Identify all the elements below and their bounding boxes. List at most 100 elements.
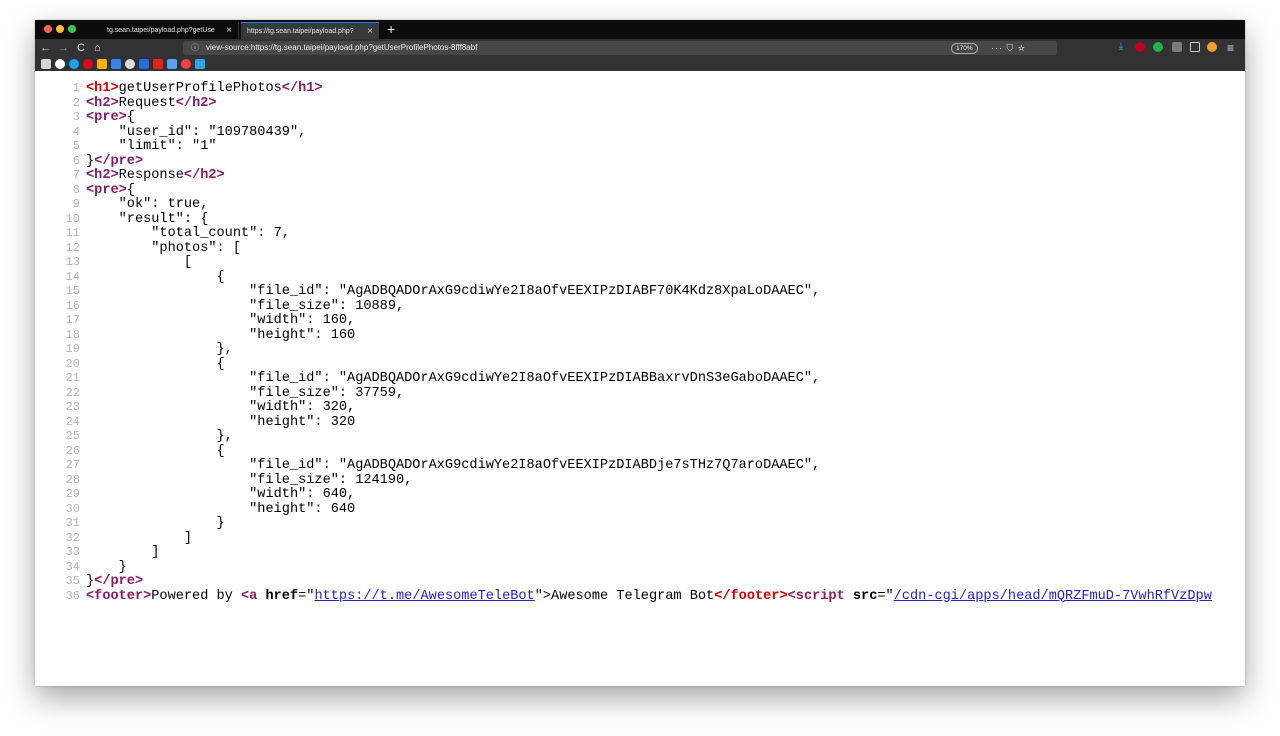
line-number: 4 [72, 124, 80, 139]
line-text: "file_size": 124190, [86, 472, 413, 488]
line-text: ] [86, 530, 193, 546]
attribute-equals: =" [877, 588, 894, 604]
github-bookmark-icon[interactable] [125, 59, 135, 69]
line-text: "ok": true, [86, 197, 209, 212]
source-line: 30 "height": 640 [35, 502, 1212, 517]
source-line: 18 "height": 160 [35, 328, 1212, 343]
tab-payload-2[interactable]: https://tg.sean.taipei/payload.php? × [241, 22, 379, 39]
close-tab-icon[interactable]: × [226, 22, 232, 39]
mail-bookmark-icon[interactable] [139, 59, 149, 69]
href-link[interactable]: https://t.me/AwesomeTeleBot [314, 589, 534, 604]
line-number: 19 [65, 342, 80, 356]
source-line: 32 ] [35, 531, 1212, 546]
line-text: } [86, 574, 95, 589]
source-line: 10 "result": { [35, 212, 1212, 227]
url-text[interactable]: view-source:https://tg.sean.taipei/paylo… [206, 41, 477, 55]
zoom-level-badge[interactable]: 170% [951, 43, 978, 54]
source-line: 21 "file_id": "AgADBQADOrAxG9cdiwYe2I8aO… [35, 371, 1212, 386]
new-tab-button[interactable]: + [387, 21, 395, 37]
window-maximize-button[interactable] [68, 25, 76, 33]
href-attribute: href [265, 588, 299, 604]
twitter-bookmark-icon[interactable] [69, 59, 79, 69]
telegram-bookmark-icon[interactable] [195, 59, 205, 69]
source-code: 1 <h1>getUserProfilePhotos</h1> 2 <h2>Reque… [35, 81, 1212, 603]
source-line: 16 "file_size": 10889, [35, 299, 1212, 314]
page-actions[interactable]: ··· ⛉ ☆ [991, 41, 1026, 55]
line-number: 5 [72, 139, 80, 153]
src-link[interactable]: /cdn-cgi/apps/head/mQRZFmuD-7VwhRfVzDpw [894, 589, 1212, 604]
line-text: { [86, 356, 225, 372]
close-tab-icon[interactable]: × [367, 23, 373, 39]
bookmark-icon[interactable] [167, 59, 177, 69]
source-line: 9 "ok": true, [35, 197, 1212, 212]
source-line: 26 { [35, 444, 1212, 459]
line-number: 25 [65, 429, 80, 443]
url-bar[interactable]: ⓘ view-source:https://tg.sean.taipei/pay… [183, 41, 1057, 55]
line-text: ] [86, 545, 160, 560]
script-open-tag: <script [787, 588, 853, 604]
home-icon[interactable]: ⌂ [94, 41, 101, 55]
bookmark-icon[interactable] [41, 59, 51, 69]
line-number: 7 [72, 168, 80, 182]
drive-bookmark-icon[interactable] [97, 59, 107, 69]
bookmark-icon[interactable] [111, 59, 121, 69]
youtube-bookmark-icon[interactable] [153, 59, 163, 69]
window-minimize-button[interactable] [56, 25, 64, 33]
line-number: 28 [65, 472, 80, 487]
tab-label: https://tg.sean.taipei/payload.php? [247, 28, 354, 35]
source-line: 28 "file_size": 124190, [35, 473, 1212, 488]
line-number: 1 [72, 81, 80, 95]
view-source-content: 1 <h1>getUserProfilePhotos</h1> 2 <h2>Reque… [35, 71, 1245, 686]
source-line: 20 { [35, 357, 1212, 372]
pre-close-tag: </pre> [94, 153, 144, 169]
line-number: 29 [65, 487, 80, 501]
window-close-button[interactable] [44, 25, 52, 33]
source-line: 15 "file_id": "AgADBQADOrAxG9cdiwYe2I8aO… [35, 284, 1212, 299]
source-line: 25 }, [35, 429, 1212, 444]
attribute-equals: =" [298, 588, 315, 604]
browser-window: tg.sean.taipei/payload.php?getUse × http… [35, 20, 1245, 686]
back-arrow-icon[interactable]: ← [40, 41, 51, 55]
google-bookmark-icon[interactable] [55, 59, 65, 69]
line-number: 22 [65, 385, 80, 400]
source-line: 3 <pre>{ [35, 110, 1212, 125]
line-text: "width": 640, [86, 487, 356, 502]
line-text: getUserProfilePhotos [118, 81, 282, 96]
h1-close-tag: </h1> [281, 81, 323, 96]
menu-icon[interactable]: ≡ [1227, 41, 1234, 55]
source-line: 19 }, [35, 342, 1212, 357]
bookmarks-bar [35, 57, 1245, 71]
line-text: "file_id": "AgADBQADOrAxG9cdiwYe2I8aOfvE… [86, 284, 821, 299]
line-number: 3 [72, 110, 80, 124]
tab-label: tg.sean.taipei/payload.php?getUse [107, 27, 215, 34]
source-line: 14 { [35, 270, 1212, 285]
tab-payload-1[interactable]: tg.sean.taipei/payload.php?getUse × [101, 22, 239, 39]
line-number: 27 [65, 458, 80, 472]
forward-arrow-icon[interactable]: → [58, 41, 69, 55]
source-line: 17 "width": 160, [35, 313, 1212, 328]
line-text: "file_id": "AgADBQADOrAxG9cdiwYe2I8aOfvE… [86, 458, 821, 473]
line-number: 35 [65, 574, 80, 588]
pocket-bookmark-icon[interactable] [181, 59, 191, 69]
navigation-bar: ← → C ⌂ ⓘ view-source:https://tg.sean.ta… [35, 39, 1245, 57]
attribute-close-quote: "> [534, 588, 552, 604]
pinterest-bookmark-icon[interactable] [83, 59, 93, 69]
line-number: 6 [72, 153, 80, 168]
site-info-icon[interactable]: ⓘ [191, 41, 199, 55]
line-text: "height": 640 [86, 501, 356, 517]
ublock-icon[interactable] [1135, 42, 1145, 52]
pre-open-tag: <pre> [86, 182, 127, 198]
source-line: 8 <pre>{ [35, 183, 1212, 198]
tab-strip: tg.sean.taipei/payload.php?getUse × http… [35, 20, 1245, 39]
line-number: 36 [65, 588, 80, 603]
line-number: 30 [65, 501, 80, 516]
extension-icon[interactable] [1172, 42, 1182, 52]
download-icon[interactable]: ⤓ [1116, 42, 1126, 52]
profile-icon[interactable] [1207, 42, 1217, 52]
grammarly-icon[interactable] [1153, 42, 1163, 52]
pre-close-tag: </pre> [94, 574, 144, 589]
line-number: 2 [72, 95, 80, 110]
reload-icon[interactable]: C [77, 41, 85, 55]
sidebar-icon[interactable] [1190, 42, 1200, 52]
line-number: 15 [65, 284, 80, 298]
